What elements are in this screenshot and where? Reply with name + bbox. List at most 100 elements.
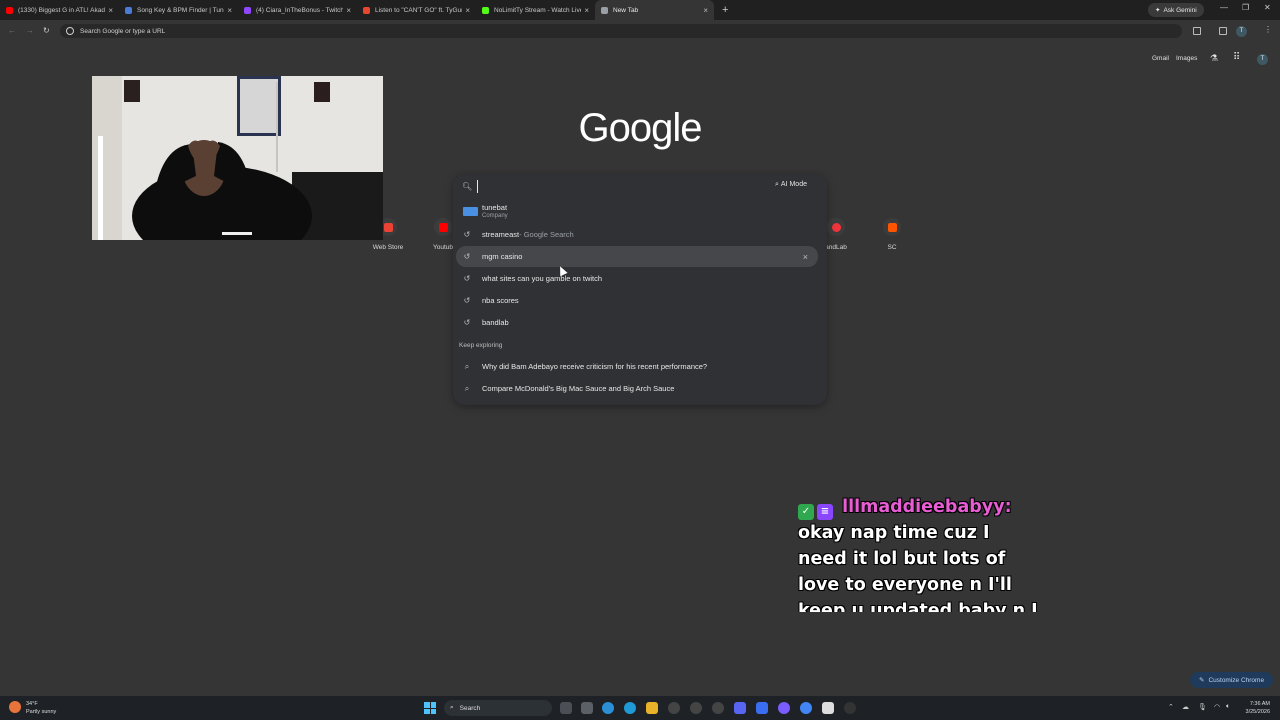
suggestion-row[interactable]: tunebat Company bbox=[453, 201, 827, 223]
edge-beta-icon[interactable] bbox=[624, 702, 636, 714]
clock-date: 3/25/2026 bbox=[1245, 709, 1270, 715]
suggestion-text: bandlab bbox=[482, 318, 509, 327]
shortcut-label: andLab bbox=[825, 244, 847, 251]
history-icon: ↺ bbox=[463, 230, 471, 239]
tab[interactable]: NoLimitTy Stream - Watch Live × bbox=[476, 0, 595, 20]
extensions-icon[interactable] bbox=[1193, 27, 1201, 35]
app-icon[interactable] bbox=[690, 702, 702, 714]
profile-avatar[interactable]: T bbox=[1236, 26, 1247, 37]
remove-suggestion-icon[interactable]: × bbox=[803, 252, 808, 262]
bandlab-icon bbox=[831, 222, 841, 232]
tab-close-icon[interactable]: × bbox=[346, 6, 351, 15]
suggestion-subtitle: Company bbox=[482, 213, 508, 219]
new-tab-button[interactable]: + bbox=[722, 0, 728, 20]
shortcut-label: Web Store bbox=[372, 244, 404, 251]
suggestion-row-highlighted[interactable]: ↺ mgm casino × bbox=[456, 246, 818, 267]
mic-icon[interactable]: 🎙︎ bbox=[1198, 703, 1207, 712]
wifi-icon[interactable]: ◠ bbox=[1214, 703, 1223, 712]
taskbar-clock[interactable]: 7:36 AM 3/25/2026 bbox=[1240, 700, 1270, 716]
google-g-icon bbox=[66, 27, 74, 35]
tray-chevron-icon[interactable]: ⌃ bbox=[1168, 703, 1177, 712]
keep-exploring-heading: Keep exploring bbox=[459, 342, 503, 349]
app-icon[interactable] bbox=[778, 702, 790, 714]
search-icon: 🔍︎ bbox=[462, 182, 473, 191]
gmail-link[interactable]: Gmail bbox=[1152, 55, 1169, 62]
suggestion-text: streameast bbox=[482, 230, 520, 239]
tunebat-favicon bbox=[462, 206, 478, 218]
omnibox-placeholder: Search Google or type a URL bbox=[80, 27, 166, 35]
suggestion-row[interactable]: ↺ what sites can you gamble on twitch bbox=[453, 268, 827, 289]
ask-gemini-button[interactable]: ✦ Ask Gemini bbox=[1148, 3, 1204, 17]
sub-badge-icon: ≡ bbox=[817, 504, 833, 520]
tab-close-icon[interactable]: × bbox=[465, 6, 470, 15]
webcam-overlay bbox=[92, 76, 383, 240]
tab-favicon-icon bbox=[244, 6, 251, 14]
apps-grid-icon[interactable]: ⠿ bbox=[1233, 52, 1240, 63]
back-icon[interactable]: ← bbox=[8, 26, 16, 35]
settings-icon[interactable] bbox=[668, 702, 680, 714]
obs-icon[interactable] bbox=[822, 702, 834, 714]
side-panel-icon[interactable] bbox=[1219, 27, 1227, 35]
tab[interactable]: Listen to "CAN'T GO" ft. TyGun × bbox=[357, 0, 476, 20]
ai-mode-button[interactable]: ⌕ AI Mode bbox=[775, 181, 807, 189]
onedrive-icon[interactable]: ☁ bbox=[1182, 703, 1191, 712]
account-avatar[interactable]: T bbox=[1257, 54, 1268, 65]
volume-icon[interactable]: 🔈︎ bbox=[1226, 703, 1235, 712]
tab[interactable]: Song Key & BPM Finder | Tune × bbox=[119, 0, 238, 20]
taskbar-search[interactable]: ⌕ Search bbox=[444, 700, 552, 716]
close-window-icon[interactable]: ✕ bbox=[1264, 3, 1271, 12]
weather-icon bbox=[9, 701, 21, 713]
tab[interactable]: (4) Ciara_InTheBonus - Twitch × bbox=[238, 0, 357, 20]
tab-close-icon[interactable]: × bbox=[584, 6, 589, 15]
explore-row[interactable]: ⌕ Why did Bam Adebayo receive criticism … bbox=[453, 356, 827, 377]
file-explorer-icon[interactable] bbox=[646, 702, 658, 714]
labs-icon[interactable]: ⚗ bbox=[1210, 53, 1218, 64]
weather-widget[interactable]: 34°F Partly sunny bbox=[26, 700, 56, 716]
menu-icon[interactable]: ⋮ bbox=[1264, 25, 1272, 34]
tab-active[interactable]: New Tab × bbox=[595, 0, 714, 20]
search-input[interactable] bbox=[477, 180, 717, 193]
edge-icon[interactable] bbox=[602, 702, 614, 714]
history-icon: ↺ bbox=[463, 296, 471, 305]
forward-icon[interactable]: → bbox=[26, 26, 34, 35]
web-store-icon bbox=[383, 222, 393, 232]
ask-gemini-label: Ask Gemini bbox=[1163, 6, 1197, 14]
explore-row[interactable]: ⌕ Compare McDonald's Big Mac Sauce and B… bbox=[453, 378, 827, 399]
tab-close-icon[interactable]: × bbox=[108, 6, 113, 15]
images-link[interactable]: Images bbox=[1176, 55, 1197, 62]
widgets-icon[interactable] bbox=[581, 702, 593, 714]
chat-message: okay nap time cuz I need it lol but lots… bbox=[798, 523, 1038, 612]
media-player-icon[interactable] bbox=[844, 702, 856, 714]
reload-icon[interactable]: ↻ bbox=[43, 26, 50, 35]
omnibox[interactable]: Search Google or type a URL bbox=[60, 24, 1182, 38]
restore-icon[interactable]: ❐ bbox=[1242, 3, 1249, 12]
history-icon: ↺ bbox=[463, 252, 471, 261]
chrome-icon[interactable] bbox=[800, 702, 812, 714]
shortcut-soundcloud[interactable]: SC bbox=[867, 218, 917, 251]
app-icon[interactable] bbox=[756, 702, 768, 714]
tab-title: (1330) Biggest G in ATL! Akade bbox=[18, 6, 106, 14]
tab-strip: (1330) Biggest G in ATL! Akade × Song Key … bbox=[0, 0, 1280, 20]
minimize-icon[interactable]: — bbox=[1220, 3, 1228, 12]
tab-close-icon[interactable]: × bbox=[703, 6, 708, 15]
chat-username: lllmaddieebabyy: bbox=[842, 497, 1012, 517]
customize-chrome-button[interactable]: ✎ Customize Chrome bbox=[1190, 672, 1274, 688]
discord-icon[interactable] bbox=[734, 702, 746, 714]
sword-badge-icon: ✓ bbox=[798, 504, 814, 520]
taskbar-search-label: Search bbox=[459, 704, 481, 712]
task-view-icon[interactable] bbox=[560, 702, 572, 714]
tab-favicon-icon bbox=[601, 6, 608, 14]
webcam-image bbox=[92, 76, 383, 240]
suggestion-row[interactable]: ↺ streameast - Google Search bbox=[453, 224, 827, 245]
suggestion-text: what sites can you gamble on twitch bbox=[482, 274, 603, 283]
suggestion-row[interactable]: ↺ bandlab bbox=[453, 312, 827, 333]
suggestion-row[interactable]: ↺ nba scores bbox=[453, 290, 827, 311]
taskbar bbox=[0, 696, 1280, 720]
tab-close-icon[interactable]: × bbox=[227, 6, 232, 15]
tab[interactable]: (1330) Biggest G in ATL! Akade × bbox=[0, 0, 119, 20]
windows-start-icon[interactable] bbox=[424, 702, 436, 714]
app-icon[interactable] bbox=[712, 702, 724, 714]
suggestion-text: tunebat bbox=[482, 203, 508, 212]
shortcut-label: Youtub bbox=[432, 244, 453, 251]
weather-temp: 34°F bbox=[26, 701, 38, 707]
